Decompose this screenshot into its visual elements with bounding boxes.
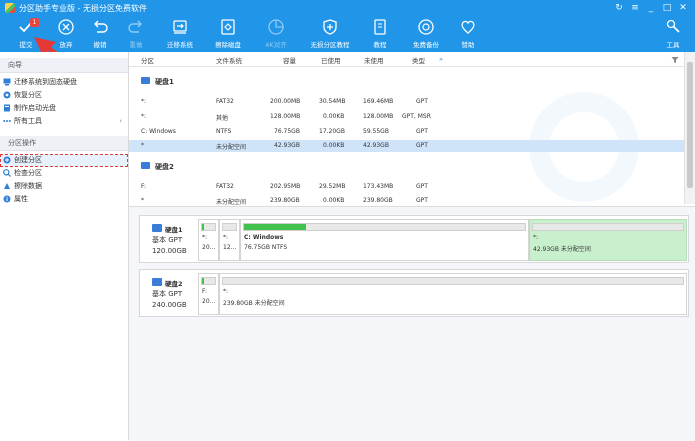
chevron-right-icon: ›	[119, 117, 122, 125]
app-logo-icon	[5, 3, 15, 13]
table-scrollbar[interactable]	[684, 52, 695, 204]
column-used[interactable]: 已使用	[321, 55, 341, 65]
sidebar-item-check-partition[interactable]: 检查分区	[0, 167, 128, 180]
tutorial-button[interactable]: 教程	[358, 18, 402, 50]
partition-table-header: 分区 文件系统 容量 已使用 未使用 类型 »	[129, 52, 684, 67]
migrate-disk-icon	[173, 20, 187, 34]
disk1-info: 硬盘1 基本 GPT 120.00GB	[152, 224, 187, 255]
usage-fill	[202, 224, 204, 230]
maximize-button[interactable]: □	[659, 1, 675, 15]
redo-button[interactable]: 重做	[114, 18, 158, 50]
hard-disk-icon	[141, 77, 150, 84]
sidebar-item-properties[interactable]: 属性	[0, 193, 128, 206]
partition-block-unallocated[interactable]: *: 239.80GB 未分配空间	[219, 273, 687, 315]
sidebar-item-restore-partition[interactable]: 恢复分区	[0, 89, 128, 102]
table-row[interactable]: *: FAT32 200.00MB 30.54MB 169.46MB GPT	[129, 96, 684, 108]
eraser-icon	[4, 183, 10, 189]
column-partition[interactable]: 分区	[141, 55, 154, 65]
table-row[interactable]: F: FAT32 202.95MB 29.52MB 173.43MB GPT	[129, 181, 684, 193]
partition-block-c-windows[interactable]: C: Windows 76.75GB NTFS	[240, 219, 529, 261]
wizard-section-header: 向导	[0, 58, 128, 73]
partition-block[interactable]: *: 20...	[198, 219, 219, 261]
disk2-card[interactable]: 硬盘2 基本 GPT 240.00GB F: 20... *: 239.80GB…	[139, 269, 689, 317]
menu-icon[interactable]: ≡	[627, 1, 643, 15]
more-columns-icon[interactable]: »	[439, 55, 443, 63]
filter-icon[interactable]	[671, 56, 679, 64]
heart-icon	[461, 20, 475, 34]
donate-button[interactable]: 赞助	[446, 18, 490, 50]
tools-button[interactable]: 工具	[651, 18, 695, 50]
restore-icon	[3, 91, 11, 99]
window-title: 分区助手专业版 - 无损分区免费软件	[19, 4, 147, 13]
boot-disk-icon	[4, 104, 10, 112]
migrate-os-button[interactable]: 迁移系统	[158, 18, 202, 50]
table-row-selected[interactable]: * 未分配空间 42.93GB 0.00KB 42.93GB GPT	[129, 140, 684, 152]
more-dots-icon	[3, 120, 11, 122]
partition-tutorial-button[interactable]: 无损分区教程	[308, 18, 352, 50]
redo-icon	[128, 20, 142, 33]
create-partition-icon	[3, 156, 11, 164]
book-icon	[374, 19, 386, 35]
title-bar: 分区助手专业版 - 无损分区免费软件 ↻ ≡ _ □ ✕	[0, 0, 695, 16]
hard-disk-icon	[141, 162, 150, 169]
free-backup-button[interactable]: 免费备份	[404, 18, 448, 50]
disk2-header-row[interactable]: 硬盘2	[129, 159, 684, 173]
partition-block[interactable]: *: 12...	[219, 219, 240, 261]
usage-fill	[244, 224, 306, 230]
disk2-info: 硬盘2 基本 GPT 240.00GB	[152, 278, 187, 309]
usage-fill	[202, 278, 204, 284]
sidebar-item-all-tools[interactable]: 所有工具 ›	[0, 115, 128, 128]
pending-count-badge: 1	[30, 18, 39, 27]
column-type[interactable]: 类型	[412, 55, 425, 65]
disk-map-panel: 硬盘1 基本 GPT 120.00GB *: 20... *: 12... C:…	[129, 206, 695, 441]
hard-disk-icon	[152, 278, 162, 286]
info-icon	[3, 195, 11, 203]
wipe-disk-icon	[221, 19, 235, 35]
minimize-button[interactable]: _	[643, 1, 659, 15]
table-row[interactable]: *: 其他 128.00MB 0.00KB 128.00MB GPT, MSR	[129, 111, 684, 123]
sidebar: 向导 迁移系统到固态硬盘 恢复分区 制作启动光盘 所有工具 › 分区操作 创建分…	[0, 52, 129, 440]
sidebar-item-create-partition[interactable]: 创建分区	[0, 154, 128, 167]
main-content: 分区 文件系统 容量 已使用 未使用 类型 » 硬盘1 *: FAT32 200…	[129, 52, 695, 441]
partition-block-unallocated[interactable]: *: 42.93GB 未分配空间	[529, 219, 687, 261]
disk1-header-row[interactable]: 硬盘1	[129, 74, 684, 88]
disk1-card[interactable]: 硬盘1 基本 GPT 120.00GB *: 20... *: 12... C:…	[139, 215, 689, 263]
refresh-icon[interactable]: ↻	[611, 1, 627, 15]
wrench-icon	[666, 19, 680, 33]
check-partition-icon	[3, 169, 11, 177]
column-unused[interactable]: 未使用	[364, 55, 384, 65]
pie-clock-icon	[268, 19, 284, 35]
hard-disk-icon	[152, 224, 162, 232]
sidebar-item-migrate-ssd[interactable]: 迁移系统到固态硬盘	[0, 76, 128, 89]
column-capacity[interactable]: 容量	[283, 55, 296, 65]
shield-plus-icon	[323, 19, 337, 35]
partition-align-button[interactable]: 4K对齐	[254, 18, 298, 50]
monitor-icon	[3, 78, 11, 86]
sidebar-item-bootable-media[interactable]: 制作启动光盘	[0, 102, 128, 115]
close-button[interactable]: ✕	[675, 1, 691, 15]
column-filesystem[interactable]: 文件系统	[216, 55, 242, 65]
sidebar-item-wipe-data[interactable]: 擦除数据	[0, 180, 128, 193]
partition-block[interactable]: F: 20...	[198, 273, 219, 315]
backup-icon	[418, 19, 434, 35]
partition-ops-section-header: 分区操作	[0, 136, 128, 151]
table-row[interactable]: C: Windows NTFS 76.75GB 17.20GB 59.55GB …	[129, 126, 684, 138]
window-controls: ↻ ≡ _ □ ✕	[611, 1, 691, 15]
scrollbar-thumb[interactable]	[687, 62, 693, 188]
wipe-disk-button[interactable]: 擦除磁盘	[206, 18, 250, 50]
